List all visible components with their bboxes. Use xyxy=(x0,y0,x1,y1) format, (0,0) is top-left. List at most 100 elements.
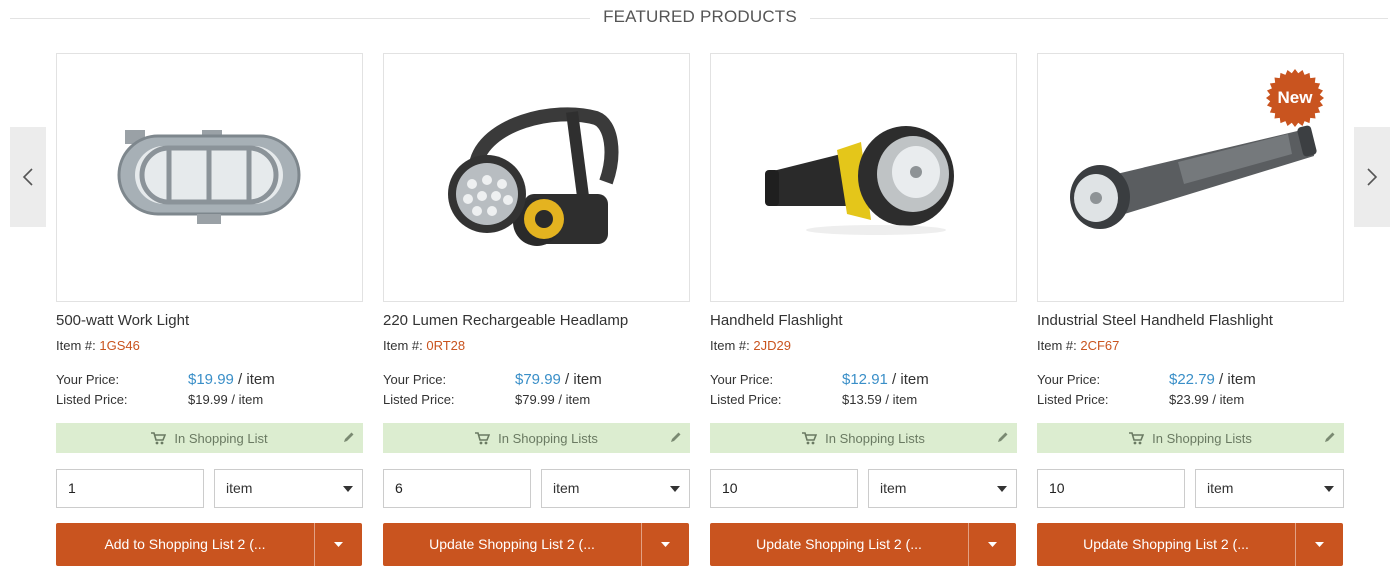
add-to-shopping-list-button[interactable]: Add to Shopping List 2 (... xyxy=(56,523,314,566)
shopping-list-status[interactable]: In Shopping Lists xyxy=(383,423,690,453)
product-image[interactable] xyxy=(383,53,690,302)
your-price-unit: / item xyxy=(1214,371,1256,388)
carousel-next-button[interactable] xyxy=(1354,127,1390,227)
unit-select[interactable]: item xyxy=(214,469,363,508)
shopping-list-action-group: Update Shopping List 2 (... xyxy=(1037,523,1343,566)
listed-price-label: Listed Price: xyxy=(1037,392,1109,407)
update-shopping-list-button[interactable]: Update Shopping List 2 (... xyxy=(710,523,968,566)
caret-down-icon xyxy=(661,542,670,547)
item-number-line: Item #: 0RT28 xyxy=(383,338,465,353)
item-number-line: Item #: 2CF67 xyxy=(1037,338,1119,353)
caret-down-icon xyxy=(1324,486,1334,492)
product-name[interactable]: Industrial Steel Handheld Flashlight xyxy=(1037,312,1273,329)
pencil-icon[interactable] xyxy=(343,431,355,443)
product-name[interactable]: 500-watt Work Light xyxy=(56,312,189,329)
your-price-label: Your Price: xyxy=(383,372,447,387)
shopping-list-action-group: Add to Shopping List 2 (... xyxy=(56,523,362,566)
cart-icon xyxy=(802,431,818,444)
new-badge: New xyxy=(1266,69,1324,127)
listed-price-label: Listed Price: xyxy=(383,392,455,407)
unit-select[interactable]: item xyxy=(541,469,690,508)
your-price-amount: $22.79 xyxy=(1169,371,1215,388)
section-header: FEATURED PRODUCTS xyxy=(0,0,1398,36)
chevron-right-icon xyxy=(1367,168,1378,186)
unit-select[interactable]: item xyxy=(1195,469,1344,508)
pencil-icon[interactable] xyxy=(1324,431,1336,443)
flashlight-image xyxy=(765,126,954,235)
your-price-amount: $79.99 xyxy=(515,371,561,388)
shopping-list-status[interactable]: In Shopping Lists xyxy=(1037,423,1344,453)
listed-price-value: $19.99 / item xyxy=(188,392,264,407)
shopping-list-dropdown-button[interactable] xyxy=(315,523,362,566)
shopping-list-status[interactable]: In Shopping List xyxy=(56,423,363,453)
item-number: 0RT28 xyxy=(426,338,466,353)
update-shopping-list-button[interactable]: Update Shopping List 2 (... xyxy=(383,523,641,566)
pencil-icon[interactable] xyxy=(670,431,682,443)
shopping-list-status-label: In Shopping Lists xyxy=(825,430,925,446)
item-number: 2CF67 xyxy=(1080,338,1120,353)
item-number-line: Item #: 2JD29 xyxy=(710,338,791,353)
item-number-label: Item #: xyxy=(1037,338,1081,353)
header-rule-left xyxy=(10,18,590,19)
unit-select-value: item xyxy=(1207,480,1234,496)
product-card: 500-watt Work Light Item #: 1GS46 Your P… xyxy=(56,53,363,573)
product-image[interactable] xyxy=(56,53,363,302)
your-price-unit: / item xyxy=(233,371,275,388)
quantity-input[interactable]: 10 xyxy=(1037,469,1185,508)
product-card: Handheld Flashlight Item #: 2JD29 Your P… xyxy=(710,53,1017,573)
shopping-list-status-label: In Shopping Lists xyxy=(498,430,598,446)
product-card: 220 Lumen Rechargeable Headlamp Item #: … xyxy=(383,53,690,573)
item-number-label: Item #: xyxy=(383,338,427,353)
section-title: FEATURED PRODUCTS xyxy=(603,7,797,26)
shopping-list-dropdown-button[interactable] xyxy=(1296,523,1343,566)
work-light-image xyxy=(117,130,301,224)
caret-down-icon xyxy=(988,542,997,547)
your-price-unit: / item xyxy=(887,371,929,388)
shopping-list-dropdown-button[interactable] xyxy=(642,523,689,566)
caret-down-icon xyxy=(670,486,680,492)
listed-price-value: $23.99 / item xyxy=(1169,392,1245,407)
unit-select[interactable]: item xyxy=(868,469,1017,508)
shopping-list-status-label: In Shopping List xyxy=(174,430,268,446)
product-card: New Industrial Steel Handheld Flashlight… xyxy=(1037,53,1344,573)
caret-down-icon xyxy=(343,486,353,492)
product-image[interactable] xyxy=(710,53,1017,302)
item-number-label: Item #: xyxy=(710,338,754,353)
carousel-prev-button[interactable] xyxy=(10,127,46,227)
shopping-list-action-group: Update Shopping List 2 (... xyxy=(710,523,1016,566)
your-price-amount: $19.99 xyxy=(188,371,234,388)
item-number: 1GS46 xyxy=(99,338,140,353)
quantity-input[interactable]: 6 xyxy=(383,469,531,508)
chevron-left-icon xyxy=(22,168,33,186)
pencil-icon[interactable] xyxy=(997,431,1009,443)
header-rule-right xyxy=(810,18,1388,19)
shopping-list-action-group: Update Shopping List 2 (... xyxy=(383,523,689,566)
cart-icon xyxy=(151,431,167,444)
item-number-line: Item #: 1GS46 xyxy=(56,338,140,353)
listed-price-label: Listed Price: xyxy=(710,392,782,407)
update-shopping-list-button[interactable]: Update Shopping List 2 (... xyxy=(1037,523,1295,566)
caret-down-icon xyxy=(997,486,1007,492)
your-price-label: Your Price: xyxy=(710,372,774,387)
shopping-list-dropdown-button[interactable] xyxy=(969,523,1016,566)
your-price-unit: / item xyxy=(560,371,602,388)
quantity-input[interactable]: 10 xyxy=(710,469,858,508)
caret-down-icon xyxy=(334,542,343,547)
new-badge-label: New xyxy=(1277,88,1313,107)
cart-icon xyxy=(1129,431,1145,444)
unit-select-value: item xyxy=(880,480,907,496)
item-number: 2JD29 xyxy=(753,338,791,353)
listed-price-value: $79.99 / item xyxy=(515,392,591,407)
product-name[interactable]: 220 Lumen Rechargeable Headlamp xyxy=(383,312,628,329)
product-name[interactable]: Handheld Flashlight xyxy=(710,312,843,329)
your-price-amount: $12.91 xyxy=(842,371,888,388)
your-price-label: Your Price: xyxy=(56,372,120,387)
listed-price-value: $13.59 / item xyxy=(842,392,918,407)
shopping-list-status[interactable]: In Shopping Lists xyxy=(710,423,1017,453)
listed-price-label: Listed Price: xyxy=(56,392,128,407)
caret-down-icon xyxy=(1315,542,1324,547)
unit-select-value: item xyxy=(226,480,253,496)
quantity-input[interactable]: 1 xyxy=(56,469,204,508)
cart-icon xyxy=(475,431,491,444)
shopping-list-status-label: In Shopping Lists xyxy=(1152,430,1252,446)
